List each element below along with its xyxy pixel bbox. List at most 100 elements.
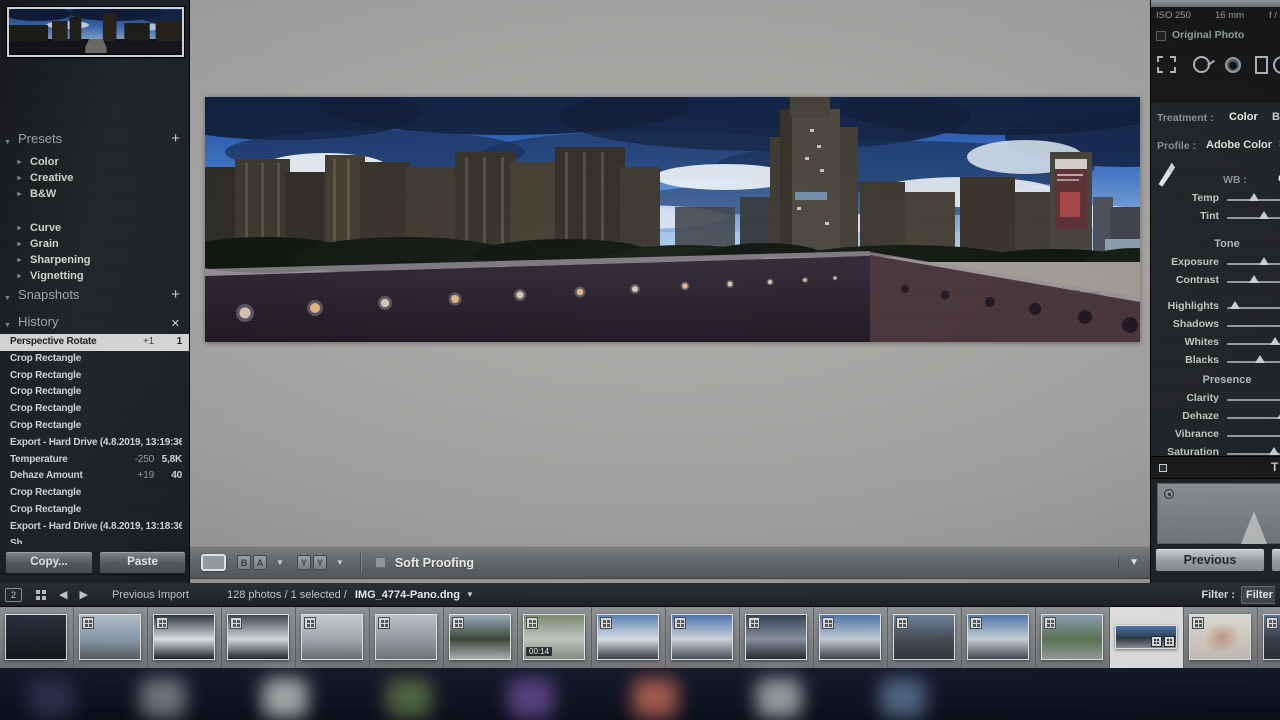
crop-overlay-tool-icon[interactable] — [1157, 56, 1176, 73]
filmstrip-thumbnail[interactable] — [74, 607, 148, 668]
history-step-row[interactable]: Crop Rectangle — [0, 384, 189, 401]
clear-history-button[interactable]: ✕ — [171, 315, 180, 333]
soft-proofing-checkbox[interactable] — [375, 557, 386, 568]
slider-thumb[interactable] — [1255, 355, 1265, 363]
navigator-preview[interactable] — [7, 7, 184, 57]
slider-track[interactable] — [1227, 217, 1280, 219]
history-step-row[interactable]: Crop Rectangle — [0, 351, 189, 368]
slider-thumb[interactable] — [1230, 301, 1240, 309]
slider-thumb[interactable] — [1259, 211, 1269, 219]
thumbnail-image[interactable] — [819, 614, 881, 660]
slider-track[interactable] — [1227, 453, 1280, 455]
create-preset-button[interactable]: + — [171, 130, 180, 148]
history-step-row[interactable]: Export - Hard Drive (4.8.2019, 13:19:36) — [0, 435, 189, 452]
previous-photo-arrow-icon[interactable]: ◀ — [59, 588, 67, 601]
treatment-bw-option[interactable]: B — [1272, 111, 1280, 123]
slider-track[interactable] — [1227, 435, 1280, 437]
filmstrip-thumbnail[interactable] — [296, 607, 370, 668]
tone-curve-panel-header[interactable]: T — [1151, 456, 1280, 479]
filter-preset-select[interactable]: Filter — [1241, 586, 1275, 604]
slider-track[interactable] — [1227, 281, 1280, 283]
slider-track[interactable] — [1227, 325, 1280, 327]
thumbnail-image[interactable] — [301, 614, 363, 660]
filmstrip-thumbnail[interactable] — [0, 607, 74, 668]
thumbnail-image[interactable] — [745, 614, 807, 660]
before-view-icon[interactable]: B — [237, 555, 251, 570]
preset-folder[interactable]: Vignetting — [0, 268, 189, 284]
slider-track[interactable] — [1227, 343, 1280, 345]
history-step-row[interactable]: Crop Rectangle — [0, 368, 189, 385]
thumbnail-image[interactable] — [375, 614, 437, 660]
targeted-adjustment-icon[interactable] — [1164, 489, 1174, 499]
preset-folder[interactable]: Sharpening — [0, 252, 189, 268]
preset-folder[interactable]: Grain — [0, 236, 189, 252]
slider-thumb[interactable] — [1269, 447, 1279, 455]
reset-button[interactable] — [1271, 548, 1280, 572]
slider-track[interactable] — [1227, 199, 1280, 201]
slider-track[interactable] — [1227, 307, 1280, 309]
treatment-color-option[interactable]: Color — [1229, 111, 1258, 123]
preset-folder[interactable]: Color — [0, 154, 189, 170]
filmstrip-thumbnail[interactable] — [370, 607, 444, 668]
filmstrip-thumbnail[interactable] — [222, 607, 296, 668]
history-step-row[interactable]: Crop Rectangle — [0, 502, 189, 519]
filmstrip-thumbnail[interactable] — [1036, 607, 1110, 668]
history-step-row[interactable]: Crop Rectangle — [0, 401, 189, 418]
preset-folder[interactable]: Creative — [0, 170, 189, 186]
thumbnail-image[interactable] — [153, 614, 215, 660]
panel-toggle-icon[interactable] — [1159, 464, 1167, 472]
thumbnail-image[interactable] — [967, 614, 1029, 660]
white-balance-eyedropper-icon[interactable] — [1155, 155, 1178, 194]
history-step-row[interactable]: Temperature -250 5,8K — [0, 452, 189, 469]
history-step-row[interactable]: Perspective Rotate +1 1 — [0, 334, 189, 351]
filmstrip-thumbnail[interactable] — [1184, 607, 1258, 668]
thumbnail-image[interactable] — [227, 614, 289, 660]
profile-select[interactable]: Adobe Color — [1206, 139, 1272, 151]
slider-track[interactable] — [1227, 263, 1280, 265]
slider-thumb[interactable] — [1277, 411, 1280, 419]
thumbnail-image[interactable] — [1189, 614, 1251, 660]
filmstrip-thumbnail[interactable] — [1110, 607, 1184, 668]
graduated-filter-tool-icon[interactable] — [1255, 56, 1268, 74]
slider-track[interactable] — [1227, 417, 1280, 419]
filmstrip-thumbnail[interactable] — [666, 607, 740, 668]
filmstrip-filename[interactable]: IMG_4774-Pano.dng — [355, 589, 460, 601]
slider-thumb[interactable] — [1249, 275, 1259, 283]
filmstrip-thumbnail[interactable] — [444, 607, 518, 668]
thumbnail-image[interactable] — [597, 614, 659, 660]
filmstrip-thumbnail[interactable] — [740, 607, 814, 668]
slider-thumb[interactable] — [1249, 193, 1259, 201]
loupe-view-icon[interactable] — [201, 554, 226, 571]
filmstrip-thumbnail[interactable] — [962, 607, 1036, 668]
thumbnail-image[interactable] — [449, 614, 511, 660]
filmstrip-thumbnail[interactable] — [888, 607, 962, 668]
thumbnail-image[interactable] — [1115, 625, 1177, 649]
filmstrip-thumbnail[interactable] — [148, 607, 222, 668]
thumbnail-image[interactable] — [5, 614, 67, 660]
filmstrip-thumbnail[interactable] — [814, 607, 888, 668]
before-after-view-control[interactable]: B A — [237, 555, 267, 570]
split-view-control[interactable]: Y Y — [297, 555, 327, 570]
filmstrip-source-label[interactable]: Previous Import — [112, 589, 189, 601]
history-section-header[interactable]: ▼ History ✕ — [0, 313, 189, 333]
split-left-view-icon[interactable]: Y — [297, 555, 311, 570]
preset-folder[interactable]: B&W — [0, 186, 189, 202]
second-monitor-button[interactable]: 2 — [5, 588, 22, 602]
original-photo-checkbox[interactable] — [1156, 31, 1166, 41]
chevron-down-icon[interactable]: ▼ — [276, 558, 284, 567]
thumbnail-image[interactable] — [893, 614, 955, 660]
thumbnail-image[interactable] — [671, 614, 733, 660]
tone-curve-area[interactable] — [1157, 483, 1280, 544]
red-eye-tool-icon[interactable] — [1225, 57, 1241, 73]
loupe-photo[interactable] — [205, 97, 1140, 342]
after-view-icon[interactable]: A — [253, 555, 267, 570]
thumbnail-image[interactable] — [79, 614, 141, 660]
snapshots-section-header[interactable]: ▼ Snapshots + — [0, 286, 189, 306]
grid-view-icon[interactable] — [36, 589, 47, 600]
thumbnail-image[interactable]: 00:14 — [523, 614, 585, 660]
chevron-down-icon[interactable]: ▼ — [336, 558, 344, 567]
filmstrip-thumbnail[interactable]: 00:14 — [518, 607, 592, 668]
previous-button[interactable]: Previous — [1155, 548, 1265, 572]
slider-thumb[interactable] — [1270, 337, 1280, 345]
presets-section-header[interactable]: ▼ Presets + — [0, 130, 189, 150]
